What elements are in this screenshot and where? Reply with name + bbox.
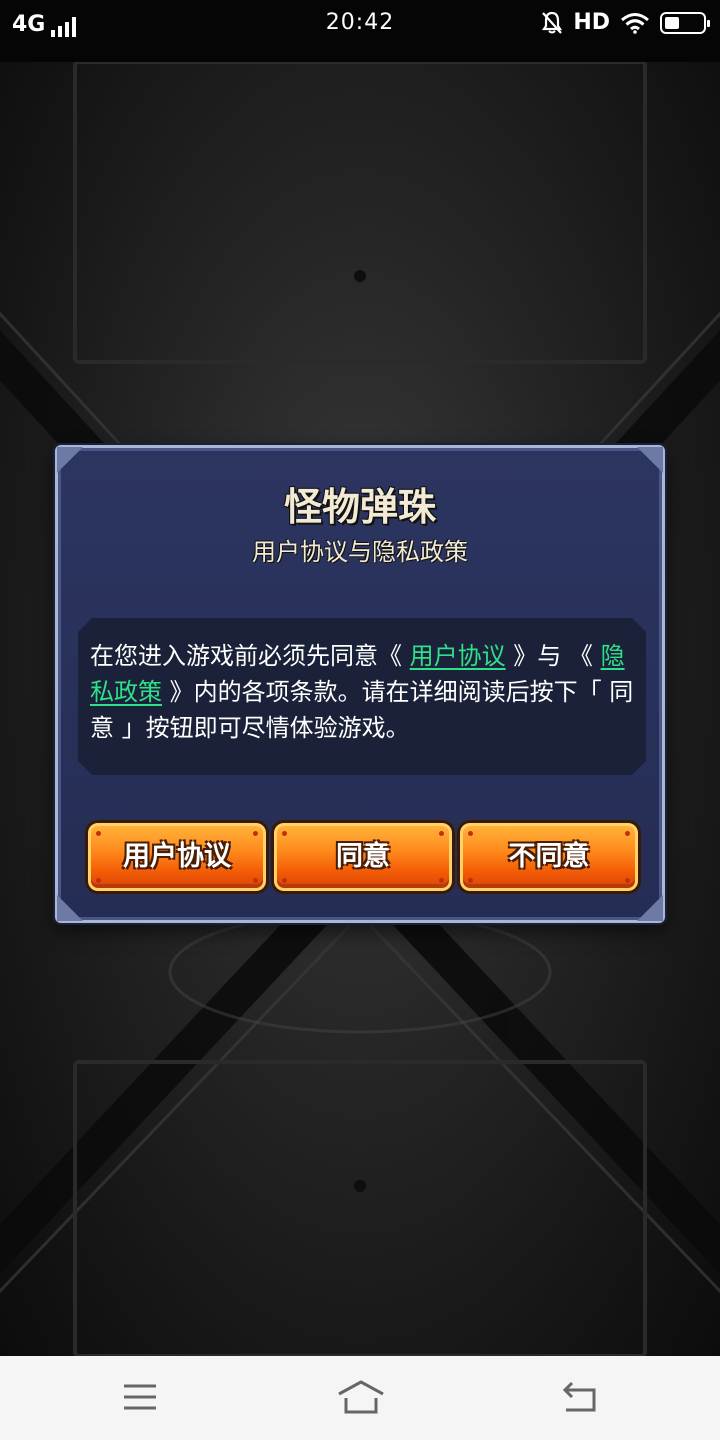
- body-text: 》与: [513, 642, 562, 670]
- dialog-body: 在您进入游戏前必须先同意《 用户协议 》与 《 隐私政策 》内的各项条款。请在详…: [78, 618, 646, 775]
- agreement-dialog: 怪物弹珠 用户协议与隐私政策 在您进入游戏前必须先同意《 用户协议 》与 《 隐…: [55, 445, 665, 923]
- agree-button[interactable]: 同意: [274, 823, 452, 891]
- user-agreement-button[interactable]: 用户协议: [88, 823, 266, 891]
- body-text: 《: [568, 642, 593, 670]
- hd-label: HD: [573, 10, 610, 35]
- user-agreement-link[interactable]: 用户协议: [410, 642, 506, 670]
- disagree-button-label: 不同意: [508, 841, 590, 872]
- dialog-corner: [637, 895, 663, 921]
- home-icon[interactable]: [336, 1378, 386, 1418]
- dialog-corner: [637, 447, 663, 473]
- status-bar: 4G 20:42 HD: [0, 0, 720, 62]
- body-text: 》内的各项条款。请在详细阅读后按下「 同意 」按钮即可尽情体验游戏。: [90, 678, 634, 742]
- dialog-buttons: 用户协议 同意 不同意: [86, 823, 638, 893]
- status-right: HD: [541, 10, 710, 35]
- agree-button-label: 同意: [336, 841, 390, 872]
- dialog-subtitle: 用户协议与隐私政策: [252, 538, 468, 566]
- navigation-bar: [0, 1356, 720, 1440]
- battery-icon: [660, 11, 710, 34]
- disagree-button[interactable]: 不同意: [460, 823, 638, 891]
- no-sound-bell-icon: [542, 11, 563, 34]
- user-agreement-button-label: 用户协议: [123, 841, 231, 872]
- dialog-corner: [57, 895, 83, 921]
- menu-icon[interactable]: [118, 1378, 162, 1418]
- back-icon[interactable]: [558, 1378, 602, 1418]
- wifi-icon: [621, 12, 649, 34]
- body-text: 在您进入游戏前必须先同意《: [90, 642, 402, 670]
- dialog-corner: [57, 447, 83, 473]
- dialog-title: 怪物弹珠: [283, 485, 436, 529]
